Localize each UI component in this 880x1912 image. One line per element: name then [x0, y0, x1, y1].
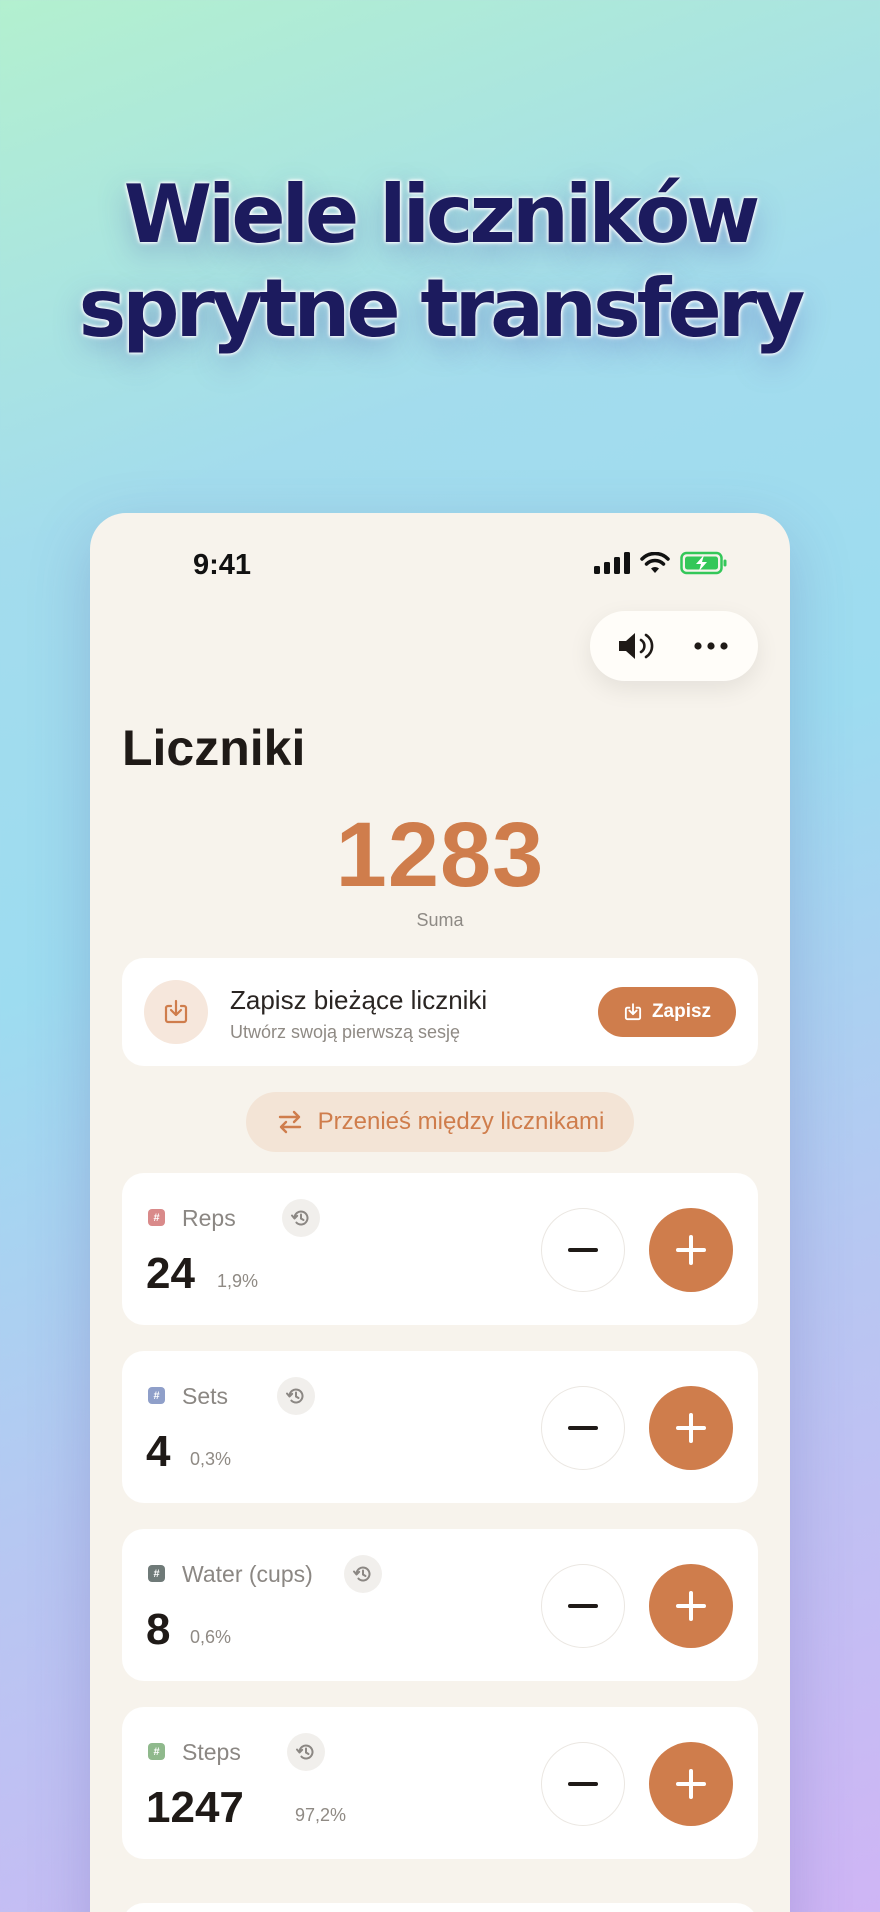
counter-percent: 0,6% — [190, 1627, 232, 1647]
status-icons — [594, 551, 728, 575]
minus-icon — [568, 1782, 598, 1786]
history-icon — [353, 1566, 371, 1582]
counter-card-sets: # Sets 4 0,3% — [122, 1351, 758, 1503]
plus-icon — [676, 1235, 706, 1265]
page-title: Liczniki — [122, 720, 306, 776]
counter-value: 1247 — [146, 1783, 244, 1832]
speaker-icon — [619, 633, 654, 659]
counter-percent: 97,2% — [295, 1805, 347, 1825]
decrement-button[interactable] — [541, 1208, 625, 1292]
headline: Wiele liczników sprytne transfery — [0, 168, 880, 356]
next-card-peek — [122, 1903, 758, 1912]
save-card-subtitle: Utwórz swoją pierwszą sesję — [230, 1022, 461, 1042]
status-time: 9:41 — [193, 549, 252, 581]
download-tray-icon — [164, 999, 188, 1024]
plus-icon — [676, 1413, 706, 1443]
headline-line-2: sprytne transfery — [78, 262, 806, 355]
save-card-icon-circle — [144, 980, 208, 1044]
counter-value: 4 — [146, 1427, 171, 1476]
sound-button[interactable] — [607, 616, 667, 676]
download-tray-icon — [624, 1003, 642, 1021]
counter-name: Sets — [182, 1383, 229, 1409]
history-button[interactable] — [277, 1377, 315, 1415]
counter-tag-icon: # — [148, 1743, 165, 1760]
increment-button[interactable] — [649, 1564, 733, 1648]
counter-percent: 1,9% — [217, 1271, 259, 1291]
counter-name: Water (cups) — [182, 1561, 313, 1587]
counter-card-reps: # Reps 24 1,9% — [122, 1173, 758, 1325]
save-button[interactable]: Zapisz — [598, 987, 736, 1037]
signal-icon — [594, 552, 630, 574]
history-button[interactable] — [282, 1199, 320, 1237]
save-session-card: Zapisz bieżące liczniki Utwórz swoją pie… — [122, 958, 758, 1066]
minus-icon — [568, 1426, 598, 1430]
transfer-label: Przenieś między licznikami — [317, 1108, 605, 1135]
decrement-button[interactable] — [541, 1742, 625, 1826]
decrement-button[interactable] — [541, 1564, 625, 1648]
history-icon — [291, 1210, 309, 1226]
counter-card-steps: # Steps 1247 97,2% — [122, 1707, 758, 1859]
increment-button[interactable] — [649, 1742, 733, 1826]
increment-button[interactable] — [649, 1386, 733, 1470]
counter-value: 8 — [146, 1605, 171, 1654]
plus-icon — [676, 1591, 706, 1621]
counter-value: 24 — [146, 1249, 195, 1298]
decrement-button[interactable] — [541, 1386, 625, 1470]
battery-charging-icon — [680, 551, 727, 575]
headline-line-1: Wiele liczników — [123, 168, 761, 261]
counter-card-water: # Water (cups) 8 0,6% — [122, 1529, 758, 1681]
counter-name: Reps — [182, 1205, 236, 1231]
save-card-title: Zapisz bieżące liczniki — [230, 985, 488, 1015]
plus-icon — [676, 1769, 706, 1799]
increment-button[interactable] — [649, 1208, 733, 1292]
history-icon — [286, 1388, 304, 1404]
minus-icon — [568, 1248, 598, 1252]
counter-percent: 0,3% — [190, 1449, 232, 1469]
minus-icon — [568, 1604, 598, 1608]
history-icon — [296, 1744, 314, 1760]
more-button[interactable] — [681, 616, 741, 676]
wifi-icon — [640, 552, 670, 573]
swap-arrows-icon — [278, 1110, 301, 1134]
counter-name: Steps — [182, 1739, 241, 1765]
counter-tag-icon: # — [148, 1565, 165, 1582]
counter-tag-icon: # — [148, 1387, 165, 1404]
phone-screen: 9:41 Liczniki 1283 Suma Zapisz bieżące l… — [90, 513, 790, 1912]
counter-tag-icon: # — [148, 1209, 165, 1226]
total-value: 1283 — [335, 804, 545, 906]
top-action-pill — [590, 611, 758, 681]
history-button[interactable] — [287, 1733, 325, 1771]
more-dots-icon — [694, 642, 728, 650]
save-button-label: Zapisz — [651, 1001, 712, 1022]
transfer-button[interactable]: Przenieś między licznikami — [246, 1092, 634, 1152]
total-label: Suma — [416, 910, 464, 930]
history-button[interactable] — [344, 1555, 382, 1593]
